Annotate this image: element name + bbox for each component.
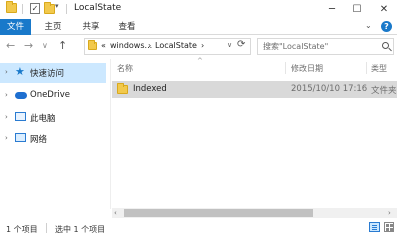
expand-ribbon-icon[interactable]: ⌄	[365, 21, 372, 30]
cloud-icon	[15, 92, 27, 99]
folder-icon	[88, 40, 97, 50]
breadcrumb-overflow[interactable]: «	[101, 41, 106, 50]
tab-view[interactable]: 查看	[112, 19, 142, 35]
sidebar-item-onedrive[interactable]: › OneDrive	[0, 86, 106, 106]
expand-arrow-icon[interactable]: ›	[5, 68, 8, 76]
computer-icon	[15, 112, 26, 121]
expand-arrow-icon[interactable]: ›	[5, 91, 8, 99]
item-count: 1 个项目	[6, 225, 38, 234]
star-icon: ★	[15, 65, 25, 78]
toolbar-divider	[66, 4, 67, 14]
large-icons-view-icon[interactable]	[384, 222, 394, 232]
back-button[interactable]: ←	[6, 40, 15, 52]
file-name[interactable]: Indexed	[133, 84, 167, 94]
scroll-left-arrow-icon[interactable]: ‹	[114, 208, 117, 218]
column-header-type[interactable]: 类型	[371, 63, 387, 74]
breadcrumb-separator[interactable]: ›	[201, 41, 204, 50]
network-icon	[15, 133, 26, 142]
tab-home[interactable]: 主页	[38, 19, 68, 35]
sidebar-item-label: 此电脑	[30, 114, 56, 124]
quick-access-dropdown-icon[interactable]: ▾	[55, 2, 59, 10]
refresh-icon[interactable]: ⟳	[237, 39, 245, 50]
file-type: 文件夹	[371, 86, 397, 96]
toolbar-divider	[22, 4, 23, 14]
breadcrumb-item[interactable]: LocalState	[155, 41, 197, 50]
new-folder-icon[interactable]	[44, 2, 55, 14]
maximize-button[interactable]: ☐	[346, 0, 368, 19]
sidebar-item-quick-access[interactable]: › ★ 快速访问	[0, 63, 106, 83]
status-divider	[46, 223, 47, 233]
file-date: 2015/10/10 17:16	[291, 84, 368, 94]
expand-arrow-icon[interactable]: ›	[5, 134, 8, 142]
scrollbar-thumb[interactable]	[124, 209, 313, 217]
recent-locations-button[interactable]: ∨	[42, 40, 48, 52]
properties-icon[interactable]: ✓	[30, 3, 40, 14]
sort-indicator-icon: ^	[197, 57, 203, 65]
up-button[interactable]: ↑	[58, 40, 67, 52]
column-header-name[interactable]: 名称	[117, 63, 133, 74]
close-button[interactable]: ✕	[373, 0, 395, 19]
minimize-button[interactable]: ─	[321, 0, 343, 19]
expand-arrow-icon[interactable]: ›	[5, 113, 8, 121]
search-input[interactable]: 搜索"LocalState"	[263, 41, 328, 52]
selection-count: 选中 1 个项目	[55, 225, 106, 234]
address-dropdown-icon[interactable]: ∨	[227, 41, 232, 49]
details-view-icon[interactable]	[369, 222, 380, 232]
pane-splitter[interactable]	[110, 59, 111, 209]
search-icon[interactable]	[382, 42, 389, 49]
scroll-right-arrow-icon[interactable]: ›	[388, 208, 391, 218]
column-divider[interactable]	[366, 62, 367, 74]
folder-icon	[117, 83, 128, 94]
tab-file[interactable]: 文件	[0, 19, 31, 35]
sidebar-item-label: OneDrive	[30, 90, 70, 100]
breadcrumb-separator[interactable]: ›	[148, 41, 151, 50]
breadcrumb-item[interactable]: windows...	[110, 41, 152, 50]
help-icon[interactable]: ?	[381, 21, 392, 32]
column-header-date[interactable]: 修改日期	[291, 63, 323, 74]
sidebar-item-label: 快速访问	[30, 69, 65, 79]
column-divider[interactable]	[285, 62, 286, 74]
forward-button[interactable]: →	[24, 40, 33, 52]
sidebar-item-network[interactable]: › 网络	[0, 129, 106, 149]
folder-icon	[6, 1, 17, 13]
tab-share[interactable]: 共享	[76, 19, 106, 35]
sidebar-item-label: 网络	[30, 135, 48, 145]
window-title: LocalState	[74, 3, 122, 13]
sidebar-item-this-pc[interactable]: › 此电脑	[0, 108, 106, 128]
